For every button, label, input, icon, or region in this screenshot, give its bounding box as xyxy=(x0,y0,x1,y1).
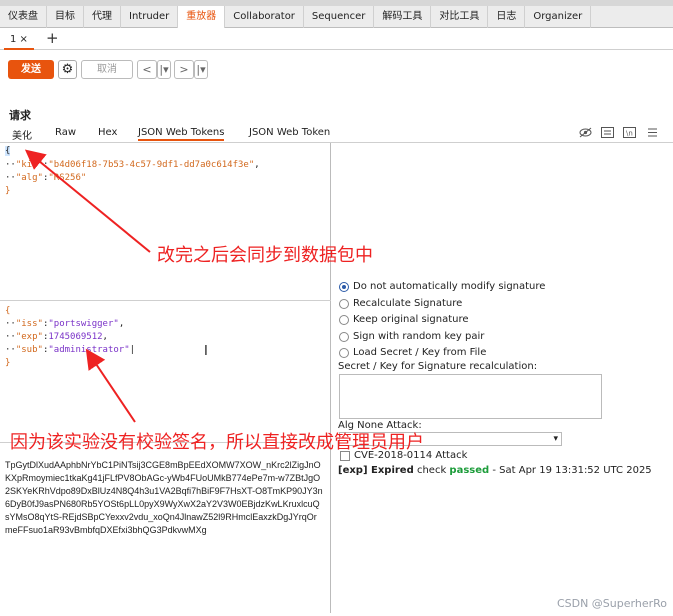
status-line: [exp] Expired check passed - Sat Apr 19 … xyxy=(338,465,652,476)
sub-key: "sub" xyxy=(15,345,43,355)
sub-value[interactable]: "administrator" xyxy=(48,345,129,355)
newline-icon[interactable]: \n xyxy=(623,127,636,138)
payload-open-brace: { xyxy=(5,306,11,316)
tab-collaborator[interactable]: Collaborator xyxy=(225,6,304,28)
tab-target[interactable]: 目标 xyxy=(47,6,84,28)
repeater-subtabs: 1 × + xyxy=(0,28,673,50)
gear-icon[interactable]: ⚙ xyxy=(58,60,77,79)
iss-key: "iss" xyxy=(15,319,43,329)
exp-key: "exp" xyxy=(15,332,43,342)
radio-label: Do not automatically modify signature xyxy=(353,281,546,292)
kid-key: "kid" xyxy=(15,160,43,170)
radio-dot-icon xyxy=(339,314,349,325)
back-dropdown-button[interactable]: |▾ xyxy=(157,60,171,79)
signature-text[interactable]: TpGytDlXudAAphbNrYbC1PiNTsij3CGE8mBpEEdX… xyxy=(5,459,323,537)
radio-dot-icon xyxy=(339,298,349,309)
tab-sequencer[interactable]: Sequencer xyxy=(304,6,375,28)
iss-value[interactable]: "portswigger" xyxy=(48,319,118,329)
tab-dashboard[interactable]: 仪表盘 xyxy=(0,6,47,28)
send-button[interactable]: 发送 xyxy=(8,60,54,79)
tab-proxy[interactable]: 代理 xyxy=(84,6,121,28)
jwt-header-editor[interactable]: { ··"kid":"b4d06f18-7b53-4c57-9df1-dd7a0… xyxy=(0,143,331,301)
status-passed: passed xyxy=(449,465,490,476)
payload-close-brace: } xyxy=(5,358,11,368)
alg-value[interactable]: "RS256" xyxy=(48,173,86,183)
radio-load-secret[interactable]: Load Secret / Key from File xyxy=(339,347,486,358)
eye-off-icon[interactable] xyxy=(579,127,592,138)
secret-label: Secret / Key for Signature recalculation… xyxy=(338,361,538,372)
radio-label: Load Secret / Key from File xyxy=(353,347,487,358)
radio-dot-icon xyxy=(339,281,349,292)
tab-organizer[interactable]: Organizer xyxy=(525,6,592,28)
tab-pretty[interactable]: 美化 xyxy=(12,127,32,142)
jwt-editor-panel: { ··"kid":"b4d06f18-7b53-4c57-9df1-dd7a0… xyxy=(0,143,331,613)
toolbar: 发送 ⚙ 取消 < |▾ > |▾ xyxy=(0,51,673,87)
forward-button[interactable]: > xyxy=(174,60,194,79)
radio-random-key[interactable]: Sign with random key pair xyxy=(339,331,484,342)
main-tabs: 仪表盘 目标 代理 Intruder 重放器 Collaborator Sequ… xyxy=(0,6,673,28)
repeater-tab-1[interactable]: 1 × xyxy=(4,30,34,50)
radio-dot-icon xyxy=(339,331,349,342)
svg-text:\n: \n xyxy=(626,130,633,138)
request-title: 请求 xyxy=(9,109,31,122)
radio-do-not-modify[interactable]: Do not automatically modify signature xyxy=(339,281,545,292)
status-suffix: - Sat Apr 19 13:31:52 UTC 2025 xyxy=(492,465,652,476)
tab-logger[interactable]: 日志 xyxy=(488,6,526,28)
tab-decoder[interactable]: 解码工具 xyxy=(374,6,432,28)
radio-dot-icon xyxy=(339,347,349,358)
tab-repeater[interactable]: 重放器 xyxy=(178,6,226,28)
tab-raw[interactable]: Raw xyxy=(55,127,76,138)
request-view-tabs: 美化 Raw Hex JSON Web Tokens JSON Web Toke… xyxy=(0,123,673,143)
alg-key: "alg" xyxy=(15,173,43,183)
exp-value[interactable]: 1745069512 xyxy=(48,332,102,342)
cancel-button[interactable]: 取消 xyxy=(81,60,133,79)
tab-json-web-token[interactable]: JSON Web Token xyxy=(249,127,330,138)
back-button[interactable]: < xyxy=(137,60,157,79)
annotation-top: 改完之后会同步到数据包中 xyxy=(157,245,373,266)
annotation-bottom: 因为该实验没有校验签名，所以直接改成管理员用户 xyxy=(10,432,424,453)
header-close-brace: } xyxy=(5,186,11,196)
jwt-payload-editor[interactable]: { ··"iss":"portswigger", ··"exp":1745069… xyxy=(0,301,331,443)
tab-comparer[interactable]: 对比工具 xyxy=(431,6,489,28)
tab-json-web-tokens[interactable]: JSON Web Tokens xyxy=(138,127,225,141)
menu-icon[interactable] xyxy=(646,127,659,138)
radio-label: Sign with random key pair xyxy=(353,331,485,342)
radio-label: Keep original signature xyxy=(353,314,469,325)
radio-label: Recalculate Signature xyxy=(353,298,463,309)
add-tab-button[interactable]: + xyxy=(46,29,59,47)
kid-value[interactable]: "b4d06f18-7b53-4c57-9df1-dd7a0c614f3e" xyxy=(48,160,254,170)
header-open-brace: { xyxy=(5,146,11,156)
status-check: check xyxy=(416,465,447,476)
list-icon[interactable] xyxy=(601,127,614,138)
tab-intruder[interactable]: Intruder xyxy=(121,6,179,28)
status-prefix: [exp] Expired xyxy=(338,465,414,476)
jwt-signature-editor[interactable]: TpGytDlXudAAphbNrYbC1PiNTsij3CGE8mBpEEdX… xyxy=(0,443,331,613)
radio-recalculate[interactable]: Recalculate Signature xyxy=(339,298,462,309)
forward-dropdown-button[interactable]: |▾ xyxy=(194,60,208,79)
secret-key-input[interactable] xyxy=(339,374,602,419)
radio-keep-original[interactable]: Keep original signature xyxy=(339,314,469,325)
watermark: CSDN @SuperherRo xyxy=(556,597,667,610)
text-cursor-icon: I xyxy=(204,344,208,359)
tab-hex[interactable]: Hex xyxy=(98,127,117,138)
